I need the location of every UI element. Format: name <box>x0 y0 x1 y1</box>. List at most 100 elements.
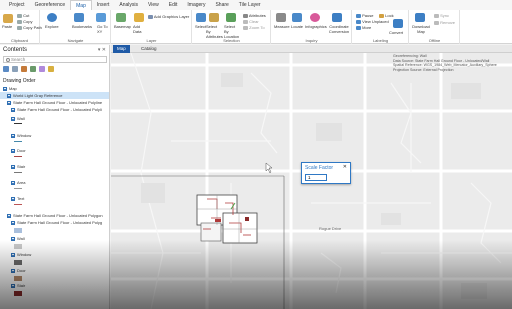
layer-area[interactable]: Area <box>0 179 109 186</box>
layer-group-label: Layer <box>146 38 157 43</box>
measure-button[interactable]: Measure <box>274 24 290 29</box>
more-button[interactable]: More <box>356 25 371 30</box>
clipboard-group-label: Clipboard <box>10 38 29 43</box>
layer-polygon-group[interactable]: State Farm Hall Ground Floor - Unlocated… <box>0 212 109 219</box>
layer-polyline-group[interactable]: State Farm Hall Ground Floor - Unlocated… <box>0 99 109 106</box>
clear-icon <box>243 19 248 24</box>
measure-icon <box>276 13 286 22</box>
layer-window[interactable]: Window <box>0 132 109 139</box>
contents-search-input[interactable]: Search <box>3 56 107 63</box>
view-unplaced-icon <box>356 19 361 24</box>
layer-map[interactable]: Map <box>0 85 109 92</box>
tab-imagery[interactable]: Imagery <box>182 0 210 10</box>
copy-path-button[interactable]: Copy Path <box>17 25 42 30</box>
infographics-button[interactable]: Infographics <box>305 24 327 29</box>
contents-title: Contents <box>3 47 28 53</box>
copy-button[interactable]: Copy <box>17 19 32 24</box>
pause-button[interactable]: Pause <box>356 13 373 18</box>
copy-icon <box>17 19 22 24</box>
clear-button[interactable]: Clear <box>243 19 259 24</box>
lock-button[interactable]: Lock <box>379 13 394 18</box>
layer-polygon-stair[interactable]: Stair <box>0 282 109 289</box>
ribbon-tabs: Project Georeference Map Insert Analysis… <box>0 0 512 10</box>
paste-icon <box>3 14 13 23</box>
scale-factor-input[interactable]: 1 <box>305 174 327 181</box>
tab-analysis[interactable]: Analysis <box>114 0 143 10</box>
area-symbol <box>14 188 22 193</box>
tab-view[interactable]: View <box>143 0 164 10</box>
goto-xy-icon <box>96 13 106 22</box>
locate-button[interactable]: Locate <box>291 24 303 29</box>
add-graphics-layer-button[interactable]: Add Graphics Layer <box>148 14 189 19</box>
georeference-info: Georeferencing: Wall Data Source: State … <box>393 54 508 84</box>
bookmarks-button[interactable]: Bookmarks <box>72 24 92 29</box>
pane-controls[interactable]: ▾ ✕ <box>98 47 106 53</box>
navigate-group-label: Navigate <box>67 38 84 43</box>
tab-edit[interactable]: Edit <box>164 0 183 10</box>
coordinate-conversion-button[interactable]: Coordinate Conversion <box>328 24 350 34</box>
list-by-labeling-icon[interactable] <box>48 66 54 72</box>
view-unplaced-button[interactable]: View Unplaced <box>356 19 389 24</box>
attributes-button[interactable]: Attributes <box>243 13 266 18</box>
layer-polyline[interactable]: State Farm Hall Ground Floor - Unlocated… <box>0 106 109 113</box>
download-map-button[interactable]: Download Map <box>412 24 430 34</box>
locate-icon <box>292 13 302 22</box>
georef-projection: Projection Source: External Projection <box>393 67 454 72</box>
cut-button[interactable]: Cut <box>17 13 29 18</box>
group-layer: Basemap Add Data Add Graphics Layer Laye… <box>112 10 192 44</box>
list-by-source-icon[interactable] <box>12 66 18 72</box>
street-label: Rogue Drive <box>319 226 342 231</box>
tab-georeference[interactable]: Georeference <box>30 0 71 10</box>
group-clipboard: Paste Cut Copy Copy Path Clipboard <box>0 10 42 44</box>
search-placeholder: Search <box>11 57 26 62</box>
explore-button[interactable]: Explore <box>45 24 59 29</box>
list-by-selection-icon[interactable] <box>21 66 27 72</box>
select-by-location-button[interactable]: Select By Location <box>224 24 240 39</box>
convert-icon <box>393 19 403 28</box>
select-by-attributes-button[interactable]: Select By Attributes <box>206 24 223 39</box>
georef-spatial-ref: Spatial Reference: WGS_1984_Web_Mercator… <box>393 63 497 67</box>
layer-wall[interactable]: Wall <box>0 115 109 122</box>
view-tabs: Map Catalog <box>111 45 512 53</box>
download-map-icon <box>415 13 425 22</box>
wall-symbol <box>14 123 22 128</box>
labeling-group-label: Labeling <box>372 38 389 43</box>
list-by-editing-icon[interactable] <box>30 66 36 72</box>
scissors-icon <box>17 13 22 18</box>
layer-polygon[interactable]: State Farm Hall Ground Floor - Unlocated… <box>0 219 109 226</box>
tab-tile-layer[interactable]: Tile Layer <box>234 0 266 10</box>
select-button[interactable]: Select <box>195 24 206 29</box>
layer-text[interactable]: Text <box>0 195 109 202</box>
lock-icon <box>379 13 384 18</box>
list-by-drawing-order-icon[interactable] <box>3 66 9 72</box>
polygon-door-symbol <box>14 276 22 281</box>
tab-share[interactable]: Share <box>210 0 233 10</box>
close-icon[interactable]: ✕ <box>343 164 347 170</box>
polygon-wall-symbol <box>14 244 22 249</box>
layer-polygon-window[interactable]: Window <box>0 251 109 258</box>
sync-button[interactable]: Sync <box>434 13 449 18</box>
layer-polygon-wall[interactable]: Wall <box>0 235 109 242</box>
tab-project[interactable]: Project <box>4 0 30 10</box>
tab-map[interactable]: Map <box>70 0 92 10</box>
tab-catalog-view[interactable]: Catalog <box>137 45 161 53</box>
paste-button[interactable]: Paste <box>2 24 12 29</box>
layer-stair[interactable]: Stair <box>0 163 109 170</box>
convert-button[interactable]: Convert <box>389 30 403 35</box>
remove-button[interactable]: Remove <box>434 20 455 25</box>
select-by-attributes-icon <box>209 13 219 22</box>
basemap-button[interactable]: Basemap <box>114 24 131 29</box>
tab-map-view[interactable]: Map <box>113 45 130 53</box>
zoom-to-button[interactable]: Zoom To <box>243 25 265 30</box>
goto-xy-button[interactable]: Go To XY <box>97 24 109 34</box>
scale-factor-title: Scale Factor <box>305 165 334 171</box>
polygon-stair-symbol <box>14 291 22 296</box>
layer-polygon-door[interactable]: Door <box>0 267 109 274</box>
list-by-snapping-icon[interactable] <box>39 66 45 72</box>
tab-insert[interactable]: Insert <box>92 0 115 10</box>
bookmarks-icon <box>74 13 84 22</box>
layer-world-light-gray-reference[interactable]: World Light Gray Reference <box>0 92 109 99</box>
add-data-button[interactable]: Add Data <box>133 24 145 34</box>
ribbon: Paste Cut Copy Copy Path Clipboard Explo… <box>0 10 512 44</box>
layer-door[interactable]: Door <box>0 147 109 154</box>
